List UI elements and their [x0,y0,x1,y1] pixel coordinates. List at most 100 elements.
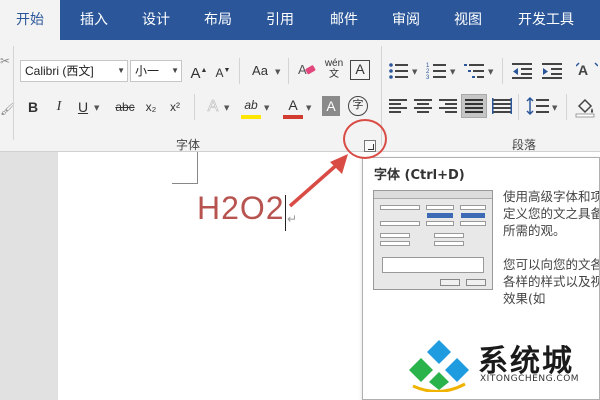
text-effects-label: A [207,98,219,116]
enclose-characters-button[interactable]: 字 [348,96,368,116]
tab-mailings[interactable]: 邮件 [314,0,374,40]
phonetic-bottom: 文 [329,69,339,80]
bullets-button[interactable] [388,62,410,80]
line-spacing-button[interactable] [526,96,550,116]
enclose-characters-label: 字 [352,99,364,111]
svg-text:A: A [578,62,588,78]
font-size-value: 小一 [135,64,160,78]
paragraph-mark: ↵ [287,212,298,226]
tab-layout[interactable]: 布局 [188,0,248,40]
multilevel-list-icon [464,64,484,78]
svg-text:3: 3 [426,75,430,80]
text-effects-button[interactable]: A [202,96,224,118]
thumbnail-field [434,241,464,246]
chevron-down-icon: ▼ [488,68,494,76]
superscript-button[interactable]: x² [164,96,186,118]
thumbnail-cancel-button [466,279,486,286]
highlight-color-swatch [241,115,261,119]
increase-indent-icon [542,63,562,79]
decrease-indent-icon [512,63,532,79]
thumbnail-preview [382,257,484,273]
subscript-label: x₂ [145,100,157,114]
group-separator [13,46,14,140]
separator [194,94,195,120]
thumbnail-field [426,205,454,210]
phonetic-top: wén [324,58,344,69]
superscript-label: x² [170,100,180,114]
distributed-button[interactable] [492,98,512,114]
highlight-label: ab [244,98,258,112]
document-left-margin [0,152,58,400]
underline-label: U [77,99,89,115]
increase-indent-button[interactable] [542,62,564,80]
align-right-button[interactable] [438,98,458,114]
phonetic-guide-button[interactable]: wén 文 [322,58,346,84]
tab-developer[interactable]: 开发工具 [506,0,586,40]
chinese-layout-button[interactable]: A [575,60,599,82]
font-dialog-thumbnail [373,190,493,290]
thumbnail-field [380,205,420,210]
strikethrough-button[interactable]: abc [112,96,138,118]
shrink-font-button[interactable]: A▼ [212,60,234,82]
numbering-button[interactable]: 123 [426,62,448,81]
shading-button[interactable] [574,96,596,118]
change-case-button[interactable]: Aa [246,60,274,82]
decrease-indent-button[interactable] [512,62,534,80]
shrink-font-label: A [215,66,224,80]
align-center-button[interactable] [413,98,433,114]
align-left-button[interactable] [388,98,408,114]
thumbnail-selection [427,213,453,218]
font-color-label: A [288,97,298,113]
font-color-button[interactable]: A [282,94,304,116]
chevron-down-icon: ▼ [412,68,418,76]
font-name-value: Calibri (西文] [25,64,94,78]
tab-home[interactable]: 开始 [0,0,60,40]
underline-button[interactable]: U [72,96,94,118]
bold-label: B [27,99,39,115]
chevron-down-icon: ▼ [224,104,230,112]
thumbnail-titlebar [374,191,492,199]
tooltip-paragraph-2: 您可以向您的文各种各样的样式以及视觉效果(如 [503,257,600,306]
tab-view[interactable]: 视图 [438,0,498,40]
grow-font-button[interactable]: A▲ [188,60,210,82]
character-border-button[interactable]: A [350,60,370,80]
character-shading-button[interactable]: A [322,96,340,116]
paint-bucket-icon [575,98,595,118]
tooltip-paragraph-1: 使用高级字体和项自定义您的文之具备您所需的观。 [503,189,600,238]
thumbnail-field [426,221,454,226]
multilevel-list-button[interactable] [464,62,486,80]
separator [502,58,503,84]
font-group-label: 字体 [176,138,201,152]
chevron-down-icon: ▼ [264,104,270,112]
chevron-down-icon: ▼ [171,66,179,75]
strikethrough-label: abc [115,100,135,114]
tab-references[interactable]: 引用 [250,0,310,40]
thumbnail-ok-button [440,279,460,286]
format-painter-icon[interactable]: 🖌 [0,98,15,120]
separator [566,94,567,120]
subscript-button[interactable]: x₂ [140,96,162,118]
highlight-button[interactable]: ab [240,94,262,116]
bold-button[interactable]: B [22,96,44,118]
italic-button[interactable]: I [48,96,70,118]
thumbnail-field [380,241,410,246]
font-size-combo[interactable]: 小一 ▼ [130,60,182,82]
paragraph-group-label: 段落 [512,138,537,152]
distributed-icon [492,98,512,114]
watermark-logo [409,340,469,392]
numbering-icon: 123 [426,63,446,81]
tab-review[interactable]: 审阅 [376,0,436,40]
clear-formatting-button[interactable]: A [296,60,318,82]
align-right-icon [439,99,457,113]
tab-insert[interactable]: 插入 [64,0,124,40]
document-text[interactable]: H2O2 [197,190,285,227]
cut-icon[interactable]: ✂ [0,50,10,72]
chevron-down-icon: ▼ [275,68,281,76]
tab-design[interactable]: 设计 [126,0,186,40]
font-name-combo[interactable]: Calibri (西文] ▼ [20,60,128,82]
justify-button[interactable] [461,94,487,118]
line-spacing-icon [526,96,549,116]
italic-label: I [56,99,62,114]
grow-font-label: A [190,65,201,82]
chevron-down-icon: ▼ [306,104,312,112]
